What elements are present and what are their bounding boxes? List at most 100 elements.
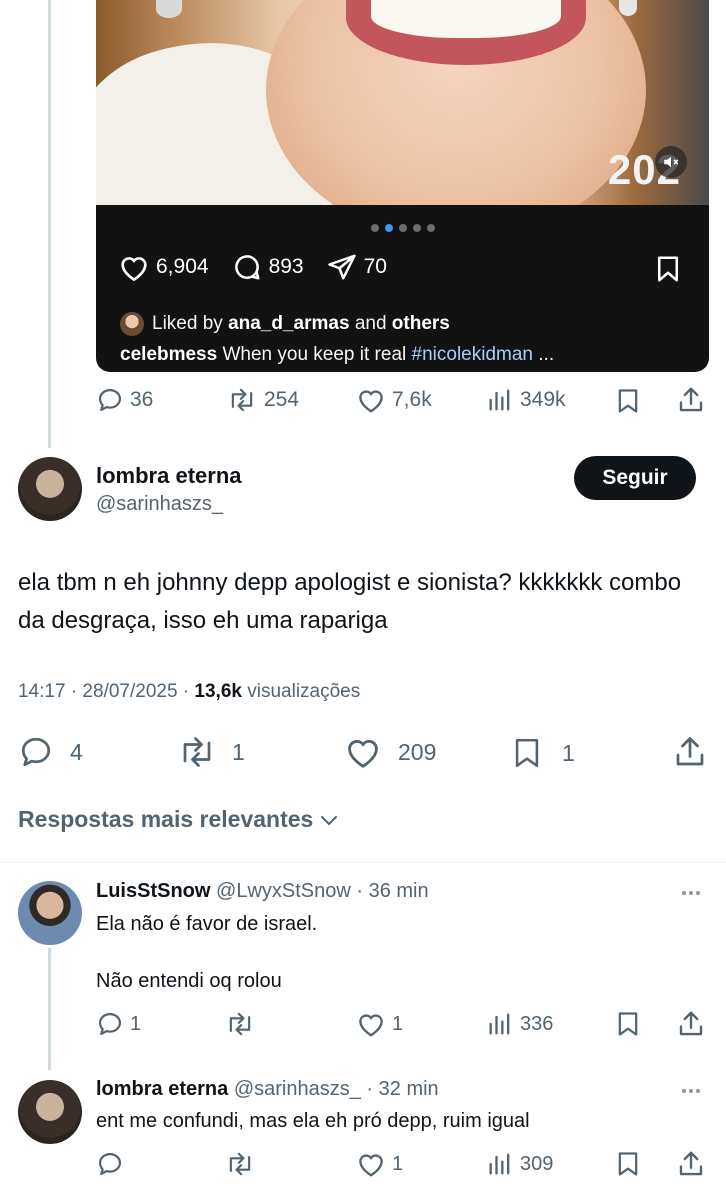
heart-icon bbox=[359, 1154, 383, 1177]
caption-more[interactable]: ... bbox=[538, 344, 554, 365]
reply-bookmark-button[interactable] bbox=[614, 1009, 642, 1039]
heart-icon bbox=[359, 390, 383, 413]
mute-button[interactable] bbox=[655, 146, 687, 178]
reply-like-count: 1 bbox=[392, 1152, 404, 1175]
reply-icon bbox=[98, 388, 122, 412]
bookmark-icon bbox=[618, 1152, 638, 1176]
bookmark-count: 1 bbox=[562, 739, 575, 766]
reply-like-button[interactable]: 1 bbox=[356, 1010, 403, 1038]
reply-header: lombra eterna @sarinhaszs_ · 32 min bbox=[96, 1078, 439, 1101]
quoted-views-button[interactable]: 349k bbox=[486, 386, 566, 414]
quoted-repost-button[interactable]: 254 bbox=[226, 386, 299, 414]
repost-icon bbox=[229, 1152, 251, 1176]
share-button[interactable] bbox=[672, 734, 708, 770]
liked-by-avatar bbox=[120, 312, 144, 336]
embed-like-button[interactable]: 6,904 bbox=[118, 252, 209, 282]
reply-bookmark-button[interactable] bbox=[614, 1149, 642, 1179]
embed-action-bar: 6,904 893 70 bbox=[118, 252, 409, 282]
like-button[interactable]: 209 bbox=[344, 734, 436, 770]
thread-line-top bbox=[48, 0, 51, 448]
quoted-like-count: 7,6k bbox=[392, 388, 432, 411]
reply-reply-button[interactable] bbox=[96, 1150, 130, 1178]
tweet-views-count: 13,6k bbox=[194, 681, 242, 702]
reply-more-button[interactable] bbox=[682, 891, 700, 895]
reply-share-button[interactable] bbox=[676, 1009, 706, 1039]
quoted-reply-count: 36 bbox=[130, 388, 154, 411]
reply-avatar[interactable] bbox=[18, 1080, 82, 1144]
analytics-icon bbox=[489, 1153, 510, 1175]
liked-by-user[interactable]: ana_d_armas bbox=[228, 313, 349, 335]
bookmark-button[interactable]: 1 bbox=[510, 734, 575, 772]
reply-count: 4 bbox=[70, 738, 83, 765]
heart-icon bbox=[121, 257, 147, 282]
reply-repost-button[interactable] bbox=[224, 1150, 262, 1178]
reply-author-handle[interactable]: @sarinhaszs_ bbox=[234, 1078, 361, 1100]
embed-share-count: 70 bbox=[363, 255, 387, 278]
reply-button[interactable]: 4 bbox=[18, 734, 83, 770]
caption-hashtag[interactable]: #nicolekidman bbox=[412, 344, 533, 365]
embed-save-button[interactable] bbox=[653, 254, 683, 289]
reply-author-name[interactable]: lombra eterna bbox=[96, 1078, 228, 1100]
reply-author-handle[interactable]: @LwyxStSnow bbox=[216, 880, 351, 902]
reply-reply-button[interactable]: 1 bbox=[96, 1010, 141, 1038]
quoted-views-count: 349k bbox=[520, 388, 566, 411]
tweet-text: ela tbm n eh johnny depp apologist e sio… bbox=[18, 569, 682, 634]
tweet-meta: 14:17 · 28/07/2025 · 13,6k visualizações bbox=[18, 681, 360, 703]
reply-icon bbox=[98, 1012, 122, 1036]
embed-photo[interactable]: 202 bbox=[96, 0, 709, 205]
reply-icon bbox=[21, 737, 51, 767]
repost-button[interactable]: 1 bbox=[176, 734, 245, 770]
reply-time[interactable]: · 32 min bbox=[366, 1078, 438, 1100]
caption-text: When you keep it real bbox=[222, 344, 407, 365]
author-avatar[interactable] bbox=[18, 457, 82, 521]
embed-comment-button[interactable]: 893 bbox=[231, 252, 304, 282]
carousel-dots bbox=[96, 224, 709, 232]
tweet-timestamp[interactable]: 14:17 · 28/07/2025 · bbox=[18, 681, 189, 702]
caption-user[interactable]: celebmess bbox=[120, 344, 217, 365]
bookmark-icon bbox=[658, 256, 678, 282]
photo-teeth bbox=[371, 0, 561, 38]
reply-text-line: Ela não é favor de israel. bbox=[96, 913, 318, 935]
embed-liked-by: Liked by ana_d_armas and others bbox=[120, 312, 450, 336]
quoted-share-button[interactable] bbox=[676, 385, 706, 415]
author-name[interactable]: lombra eterna bbox=[96, 463, 242, 489]
embed-caption: celebmess When you keep it real #nicolek… bbox=[120, 344, 554, 366]
reply-views-button[interactable]: 309 bbox=[486, 1150, 553, 1178]
reply-avatar[interactable] bbox=[18, 881, 82, 945]
comment-bubble-icon bbox=[234, 255, 260, 280]
analytics-icon bbox=[489, 389, 510, 411]
heart-icon bbox=[348, 739, 378, 768]
embed-comment-count: 893 bbox=[268, 255, 304, 278]
analytics-icon bbox=[489, 1013, 510, 1035]
chevron-down-icon bbox=[321, 815, 338, 825]
liked-by-and: and bbox=[354, 313, 387, 334]
quoted-reply-button[interactable]: 36 bbox=[96, 386, 153, 414]
quoted-bookmark-button[interactable] bbox=[614, 386, 642, 416]
section-divider bbox=[0, 862, 726, 863]
replies-sort-dropdown[interactable]: Respostas mais relevantes bbox=[18, 806, 341, 833]
instagram-embed[interactable]: 202 6,904 893 70 Liked by ana_d_armas an… bbox=[96, 0, 709, 372]
share-icon bbox=[679, 1151, 703, 1176]
liked-by-others[interactable]: others bbox=[392, 313, 450, 335]
repost-icon bbox=[183, 737, 211, 767]
reply-more-button[interactable] bbox=[682, 1089, 700, 1093]
reply-views-button[interactable]: 336 bbox=[486, 1010, 553, 1038]
follow-button[interactable]: Seguir bbox=[574, 456, 696, 500]
replies-sort-label: Respostas mais relevantes bbox=[18, 806, 314, 832]
quoted-like-button[interactable]: 7,6k bbox=[356, 386, 432, 414]
speaker-muted-icon bbox=[664, 156, 679, 168]
heart-icon bbox=[359, 1014, 383, 1037]
reply-like-count: 1 bbox=[392, 1012, 404, 1035]
reply-time[interactable]: · 36 min bbox=[356, 880, 428, 902]
embed-share-button[interactable]: 70 bbox=[326, 252, 387, 282]
reply-author-name[interactable]: LuisStSnow bbox=[96, 880, 210, 902]
repost-icon bbox=[229, 1012, 251, 1036]
reply-repost-button[interactable] bbox=[224, 1010, 262, 1038]
embed-like-count: 6,904 bbox=[156, 255, 209, 278]
carousel-dot bbox=[426, 224, 435, 232]
reply-share-button[interactable] bbox=[676, 1149, 706, 1179]
quoted-repost-count: 254 bbox=[264, 388, 300, 411]
paper-plane-icon bbox=[327, 254, 356, 280]
reply-like-button[interactable]: 1 bbox=[356, 1150, 403, 1178]
author-handle[interactable]: @sarinhaszs_ bbox=[96, 493, 223, 516]
